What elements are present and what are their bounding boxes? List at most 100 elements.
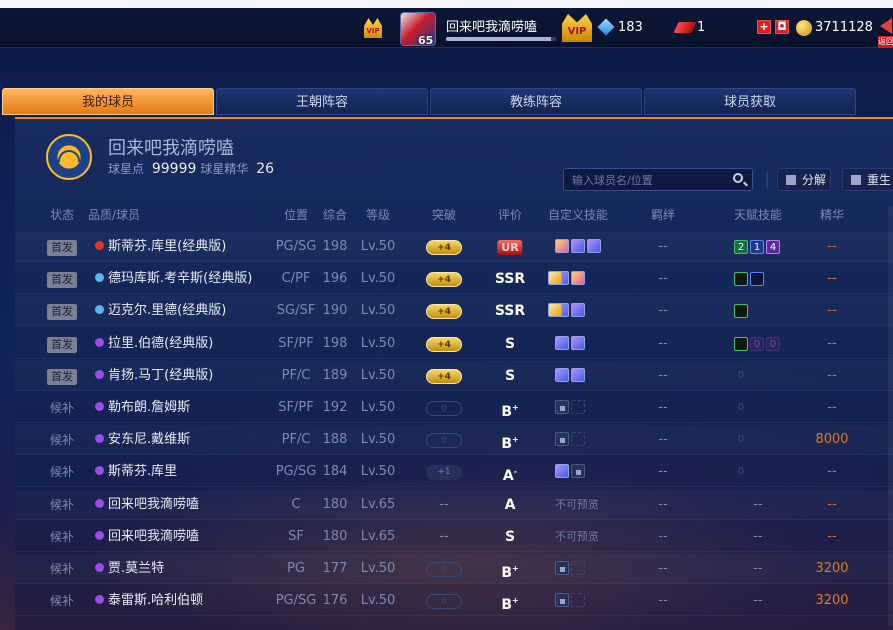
- talent-icon[interactable]: 2: [734, 240, 748, 254]
- table-row[interactable]: 首发 德玛库斯.考辛斯(经典版) C/PF 196 Lv.50 +4 SSR -- --: [15, 264, 893, 295]
- skill-icon[interactable]: [571, 432, 585, 447]
- lock-icon[interactable]: [555, 561, 569, 575]
- lock-icon[interactable]: [555, 432, 569, 447]
- column-header-name[interactable]: 品质/球员: [88, 206, 140, 223]
- grade-letter: B: [501, 436, 512, 453]
- status-badge: 首发: [47, 368, 77, 385]
- diamond-icon: [597, 18, 615, 36]
- scrollbar[interactable]: [888, 206, 893, 626]
- skill-icon[interactable]: [555, 239, 569, 253]
- skill-icon[interactable]: [555, 367, 569, 382]
- talent-icon[interactable]: 0: [734, 369, 748, 383]
- tab-coach-lineup[interactable]: 教练阵容: [430, 88, 642, 115]
- add-currency-button[interactable]: +: [757, 20, 771, 34]
- player-name: 斯蒂芬.库里: [108, 464, 178, 480]
- table-row[interactable]: 首发 迈克尔.里德(经典版) SG/SF 190 Lv.50 +4 SSR -- --: [15, 296, 893, 327]
- talent-icon[interactable]: 0: [766, 336, 780, 351]
- talent-icon[interactable]: 4: [766, 240, 780, 254]
- table-row[interactable]: 首发 拉里.伯德(经典版) SF/PF 198 Lv.50 +4 S -- 0 0 --: [15, 329, 893, 359]
- quality-dot-icon: [95, 273, 104, 283]
- tab-bar: 我的球员 王朝阵容 教练阵容 球员获取: [0, 88, 893, 116]
- column-header-break[interactable]: 突破: [432, 206, 456, 223]
- skill-icon[interactable]: [555, 335, 569, 350]
- talent-icon[interactable]: 0: [734, 401, 748, 415]
- talent-icon[interactable]: [734, 272, 748, 287]
- grade-letter: B: [501, 565, 512, 581]
- bond-value: --: [658, 496, 668, 512]
- player-name: 回来吧我滴唠嗑: [108, 528, 200, 544]
- skill-icon[interactable]: [555, 464, 569, 479]
- overall-rating: 176: [322, 593, 348, 609]
- vip-badge-icon[interactable]: VIP: [562, 14, 592, 42]
- player-name-cell: 斯蒂芬.库里(经典版): [95, 232, 226, 262]
- position: SF/PF: [278, 400, 314, 415]
- table-row[interactable]: 首发 斯蒂芬.库里(经典版) PG/SG 198 Lv.50 +4 UR -- 2 1 4 --: [15, 232, 893, 262]
- column-header-ovr[interactable]: 综合: [323, 206, 347, 223]
- tab-dynasty-lineup[interactable]: 王朝阵容: [216, 88, 428, 115]
- grade-badge: A: [505, 490, 516, 520]
- talent-icon[interactable]: 0: [750, 336, 764, 351]
- talent-icon[interactable]: 0: [734, 433, 748, 447]
- skill-icon[interactable]: [571, 400, 585, 414]
- table-row[interactable]: 候补 泰雷斯.哈利伯顿 PG/SG 176 Lv.50 0 B+ -- -- 3200: [15, 586, 893, 617]
- talent-empty: --: [753, 528, 763, 544]
- grade-letter: UR: [501, 241, 519, 254]
- skill-icon[interactable]: [571, 367, 585, 382]
- skill-icon[interactable]: [571, 561, 585, 575]
- talent-icon[interactable]: [734, 336, 748, 351]
- quality-dot-icon: [95, 595, 104, 605]
- position: SF: [288, 528, 304, 544]
- table-row[interactable]: 候补 回来吧我滴唠嗑 C 180 Lv.65 -- A 不可预览 -- -- --: [15, 490, 893, 520]
- column-header-bond[interactable]: 羁绊: [651, 206, 675, 223]
- star-points-value: 99999: [151, 161, 197, 177]
- breakthrough-badge: +4: [426, 272, 462, 288]
- back-button[interactable]: 返回: [876, 18, 893, 48]
- skill-icon[interactable]: [587, 239, 601, 253]
- split-button[interactable]: 分解: [777, 168, 832, 191]
- talent-icon[interactable]: 1: [750, 240, 764, 254]
- status-badge: 首发: [47, 240, 77, 256]
- tab-my-players[interactable]: 我的球员: [2, 88, 214, 115]
- skill-icon[interactable]: [571, 239, 585, 253]
- search-icon[interactable]: [733, 173, 743, 183]
- skill-icon[interactable]: [571, 271, 585, 286]
- table-header: 状态 品质/球员 位置 综合 等级 突破 评价 自定义技能 羁绊 天赋技能 精华: [15, 206, 893, 228]
- talent-icon[interactable]: [734, 304, 748, 319]
- shop-icon[interactable]: ◘: [775, 20, 789, 34]
- column-header-status[interactable]: 状态: [50, 206, 74, 223]
- table-row[interactable]: 候补 回来吧我滴唠嗑 SF 180 Lv.65 -- S 不可预览 -- -- --: [15, 522, 893, 552]
- player-name-cell: 回来吧我滴唠嗑: [95, 490, 199, 520]
- column-header-lv[interactable]: 等级: [366, 206, 390, 223]
- search-input[interactable]: [572, 171, 722, 189]
- lock-icon[interactable]: [571, 464, 585, 479]
- level: Lv.50: [360, 271, 396, 287]
- player-name: 安东尼.戴维斯: [108, 432, 191, 448]
- column-header-essence[interactable]: 精华: [820, 206, 844, 223]
- skill-icon[interactable]: [571, 303, 585, 318]
- tab-player-acquire[interactable]: 球员获取: [644, 88, 856, 115]
- table-row[interactable]: 首发 肯扬.马丁(经典版) PF/C 189 Lv.50 +4 S -- 0 --: [15, 361, 893, 391]
- rebirth-button[interactable]: 重生: [842, 168, 893, 191]
- table-row[interactable]: 候补 安东尼.戴维斯 PF/C 188 Lv.50 0 B+ -- 0 8000: [15, 425, 893, 456]
- level: Lv.50: [360, 367, 396, 383]
- skill-icon[interactable]: [548, 303, 562, 318]
- table-row[interactable]: 候补 贾.莫兰特 PG 177 Lv.50 0 B+ -- -- 3200: [15, 554, 893, 584]
- bond-value: --: [658, 335, 668, 351]
- skill-icon[interactable]: [571, 593, 585, 608]
- talent-icon[interactable]: 0: [734, 465, 748, 479]
- overall-rating: 184: [322, 464, 348, 480]
- skill-icon[interactable]: [548, 271, 562, 286]
- column-header-skills[interactable]: 自定义技能: [548, 206, 608, 223]
- skill-icon[interactable]: [571, 335, 585, 350]
- lock-icon[interactable]: [555, 400, 569, 414]
- lock-icon[interactable]: [555, 593, 569, 608]
- table-row[interactable]: 候补 斯蒂芬.库里 PG/SG 184 Lv.50 +1 A- -- 0 --: [15, 457, 893, 488]
- table-row[interactable]: 候补 勒布朗.詹姆斯 SF/PF 192 Lv.50 0 B+ -- 0 --: [15, 393, 893, 423]
- column-header-pos[interactable]: 位置: [284, 206, 308, 223]
- column-header-grade[interactable]: 评价: [498, 206, 522, 223]
- overall-rating: 189: [322, 367, 348, 383]
- quality-dot-icon: [95, 563, 104, 572]
- crown-icon[interactable]: VIP: [364, 18, 382, 38]
- talent-icon[interactable]: [750, 272, 764, 287]
- column-header-talents[interactable]: 天赋技能: [734, 206, 782, 223]
